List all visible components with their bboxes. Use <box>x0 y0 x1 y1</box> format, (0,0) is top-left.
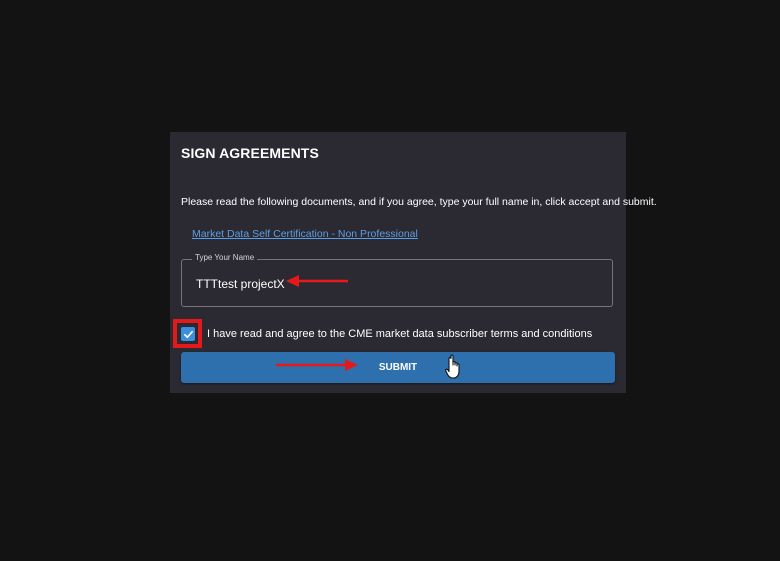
red-arrow-icon <box>286 275 348 287</box>
agreement-checkbox[interactable] <box>181 327 195 341</box>
market-data-certification-link[interactable]: Market Data Self Certification - Non Pro… <box>192 228 418 240</box>
name-field-label: Type Your Name <box>192 253 258 262</box>
checkmark-icon <box>183 330 193 338</box>
instructions-text: Please read the following documents, and… <box>181 196 657 208</box>
agreement-label: I have read and agree to the CME market … <box>207 328 593 340</box>
hand-pointer-cursor-icon <box>445 354 460 379</box>
sign-agreements-dialog: SIGN AGREEMENTS Please read the followin… <box>170 132 657 393</box>
submit-button[interactable]: SUBMIT <box>181 352 615 383</box>
dialog-title: SIGN AGREEMENTS <box>181 145 319 161</box>
red-arrow-icon <box>276 359 358 371</box>
name-field: Type Your Name <box>181 253 613 307</box>
